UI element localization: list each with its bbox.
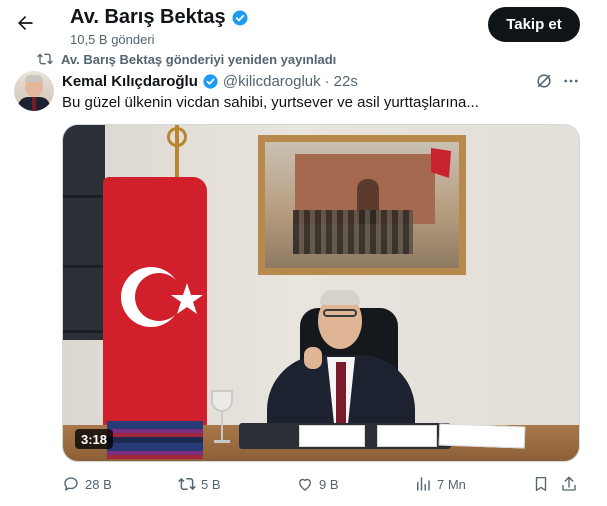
repost-count: 5 B — [201, 476, 221, 492]
profile-header: Av. Barış Bektaş 10,5 B gönderi Takip et — [0, 0, 607, 50]
tweet-text: Bu güzel ülkenin vicdan sahibi, yurtseve… — [62, 94, 479, 111]
profile-name-text: Av. Barış Bektaş — [70, 6, 226, 28]
author-handle[interactable]: @kilicdarogluk — [223, 73, 321, 90]
views-icon — [417, 477, 430, 491]
share-button[interactable] — [560, 474, 578, 494]
tweet-time[interactable]: 22s — [334, 73, 358, 90]
reply-count: 28 B — [85, 476, 112, 492]
like-count: 9 B — [319, 476, 339, 492]
verified-badge-icon — [232, 10, 248, 25]
reply-icon — [64, 477, 78, 491]
bookmark-icon — [535, 476, 547, 492]
avatar[interactable] — [14, 71, 54, 111]
views-count: 7 Mn — [437, 476, 466, 492]
repost-icon — [37, 53, 53, 65]
follow-button[interactable]: Takip et — [488, 7, 580, 42]
wall-painting — [258, 135, 466, 275]
post-count: 10,5 B gönderi — [70, 32, 155, 47]
back-button[interactable] — [10, 8, 40, 38]
tweet-video[interactable]: 3:18 — [62, 124, 580, 462]
turkish-flag — [103, 177, 207, 427]
repost-button[interactable]: 5 B — [178, 474, 221, 494]
bookmark-button[interactable] — [532, 474, 550, 494]
video-duration: 3:18 — [75, 429, 114, 449]
repost-icon — [178, 477, 196, 491]
grok-icon[interactable] — [534, 71, 554, 91]
separator: · — [324, 72, 330, 90]
tweet-actions: 28 B 5 B 9 B 7 Mn — [62, 474, 582, 494]
repost-notice[interactable]: Av. Barış Bektaş gönderiyi yeniden yayın… — [37, 51, 336, 67]
author-name[interactable]: Kemal Kılıçdaroğlu — [62, 73, 198, 90]
tweet-author-line: Kemal Kılıçdaroğlu @kilicdarogluk · 22s — [62, 71, 358, 91]
more-icon[interactable] — [562, 72, 580, 90]
arrow-left-icon — [18, 16, 33, 30]
verified-badge-icon — [203, 73, 218, 89]
repost-notice-text: Av. Barış Bektaş gönderiyi yeniden yayın… — [61, 51, 337, 67]
share-icon — [562, 476, 576, 491]
like-button[interactable]: 9 B — [296, 474, 339, 494]
reply-button[interactable]: 28 B — [62, 474, 112, 494]
like-icon — [299, 478, 311, 491]
views-button[interactable]: 7 Mn — [414, 474, 466, 494]
profile-name: Av. Barış Bektaş — [70, 6, 249, 29]
